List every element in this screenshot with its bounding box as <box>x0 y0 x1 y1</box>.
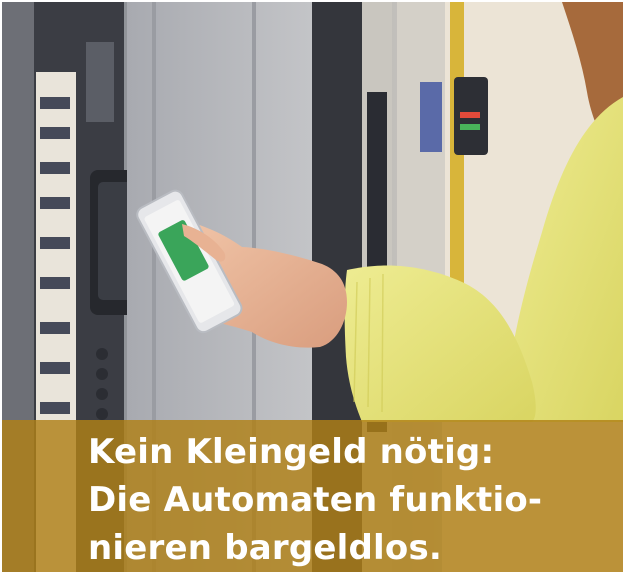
caption-line-2: Die Automaten funktio- <box>88 480 543 520</box>
caption-line-1: Kein Kleingeld nötig: <box>88 432 495 472</box>
caption-line-3: nieren bargeldlos. <box>88 528 442 568</box>
caption-text: Kein Kleingeld nötig: Die Automaten funk… <box>88 428 608 572</box>
photo-frame: Kein Kleingeld nötig: Die Automaten funk… <box>2 2 623 572</box>
